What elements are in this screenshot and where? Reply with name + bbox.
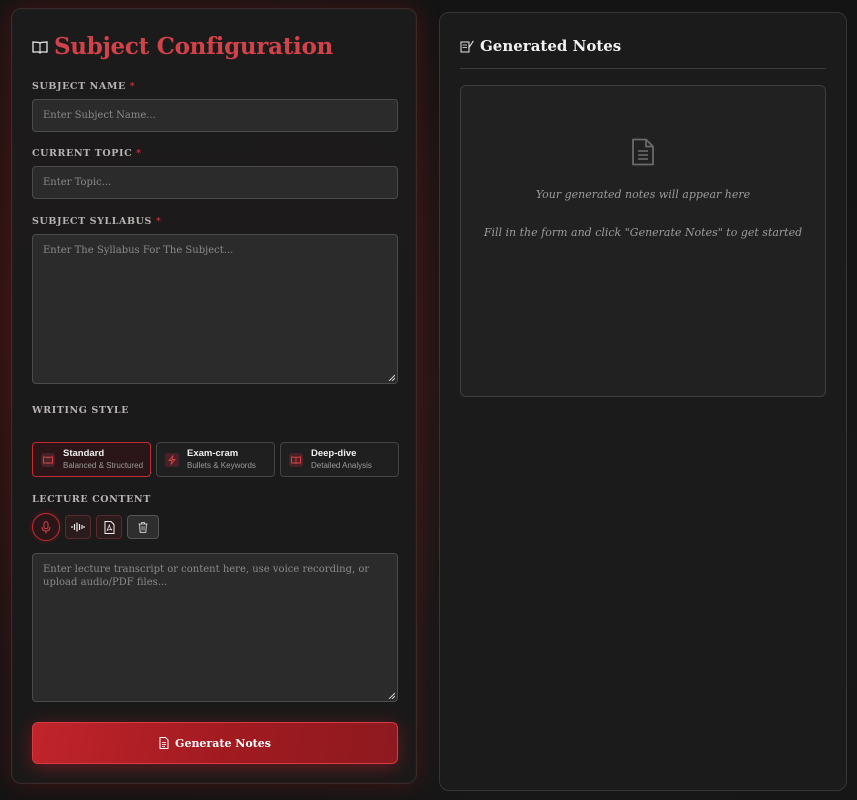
- style-option-subtitle: Bullets & Keywords: [187, 460, 256, 470]
- panel-title: Subject Configuration: [54, 33, 333, 60]
- audio-wave-icon: [71, 522, 85, 532]
- style-option-exam-cram[interactable]: Exam-cram Bullets & Keywords: [156, 442, 275, 477]
- current-topic-label-text: CURRENT TOPIC: [32, 148, 133, 159]
- book-open-icon: [289, 452, 303, 467]
- book-icon: [32, 40, 48, 54]
- panel-title-row: Subject Configuration: [32, 33, 333, 60]
- microphone-icon: [41, 520, 51, 533]
- required-mark: *: [136, 148, 142, 159]
- writing-style-label: WRITING STYLE: [32, 405, 130, 416]
- syllabus-label-text: SUBJECT SYLLABUS: [32, 216, 152, 227]
- syllabus-placeholder: Enter The Syllabus For The Subject...: [43, 245, 234, 256]
- style-option-title: Exam-cram: [187, 447, 239, 459]
- style-option-subtitle: Balanced & Structured: [63, 460, 144, 470]
- subject-name-placeholder: Enter Subject Name...: [43, 110, 156, 121]
- empty-state-hint: Fill in the form and click "Generate Not…: [483, 226, 803, 239]
- style-option-standard[interactable]: Standard Balanced & Structured: [32, 442, 151, 477]
- current-topic-label: CURRENT TOPIC *: [32, 148, 142, 159]
- lecture-content-textarea[interactable]: Enter lecture transcript or content here…: [32, 553, 398, 702]
- lightning-icon: [165, 452, 179, 467]
- memo-icon: [460, 40, 474, 53]
- subject-name-input[interactable]: Enter Subject Name...: [32, 99, 398, 132]
- subject-name-label-text: SUBJECT NAME: [32, 81, 126, 92]
- divider: [460, 68, 826, 69]
- writing-style-options: Standard Balanced & Structured Exam-cram…: [32, 442, 399, 477]
- pdf-file-icon: [104, 520, 114, 534]
- style-option-title: Deep-dive: [311, 447, 357, 459]
- current-topic-input[interactable]: Enter Topic...: [32, 166, 398, 199]
- upload-audio-button[interactable]: [65, 515, 91, 539]
- required-mark: *: [155, 216, 162, 227]
- document-icon: [632, 138, 654, 166]
- clear-content-button[interactable]: [127, 515, 159, 539]
- trash-icon: [138, 521, 148, 533]
- generated-notes-title-row: Generated Notes: [460, 37, 621, 55]
- style-option-title: Standard: [63, 447, 105, 459]
- required-mark: *: [129, 81, 136, 92]
- book-icon: [41, 452, 55, 467]
- resize-handle-icon[interactable]: [388, 692, 395, 699]
- current-topic-placeholder: Enter Topic...: [43, 177, 112, 188]
- lecture-content-placeholder: Enter lecture transcript or content here…: [43, 564, 370, 588]
- subject-name-label: SUBJECT NAME *: [32, 81, 135, 92]
- lecture-tools: [32, 513, 159, 541]
- notes-output-area: Your generated notes will appear here Fi…: [460, 85, 826, 397]
- empty-state-message: Your generated notes will appear here: [535, 188, 751, 201]
- generate-notes-button[interactable]: Generate Notes: [32, 722, 398, 764]
- style-option-deep-dive[interactable]: Deep-dive Detailed Analysis: [280, 442, 399, 477]
- style-option-subtitle: Detailed Analysis: [311, 460, 372, 470]
- generated-notes-title: Generated Notes: [480, 37, 622, 55]
- lecture-content-label: LECTURE CONTENT: [32, 494, 151, 505]
- generated-notes-panel: Generated Notes Your generated notes wil…: [439, 12, 847, 791]
- upload-pdf-button[interactable]: [96, 515, 122, 539]
- syllabus-textarea[interactable]: Enter The Syllabus For The Subject...: [32, 234, 398, 384]
- record-voice-button[interactable]: [32, 513, 60, 541]
- subject-configuration-panel: Subject Configuration SUBJECT NAME * Ent…: [11, 8, 417, 784]
- document-icon: [159, 737, 169, 749]
- resize-handle-icon[interactable]: [388, 374, 395, 381]
- syllabus-label: SUBJECT SYLLABUS *: [32, 216, 162, 227]
- generate-notes-label: Generate Notes: [175, 736, 271, 750]
